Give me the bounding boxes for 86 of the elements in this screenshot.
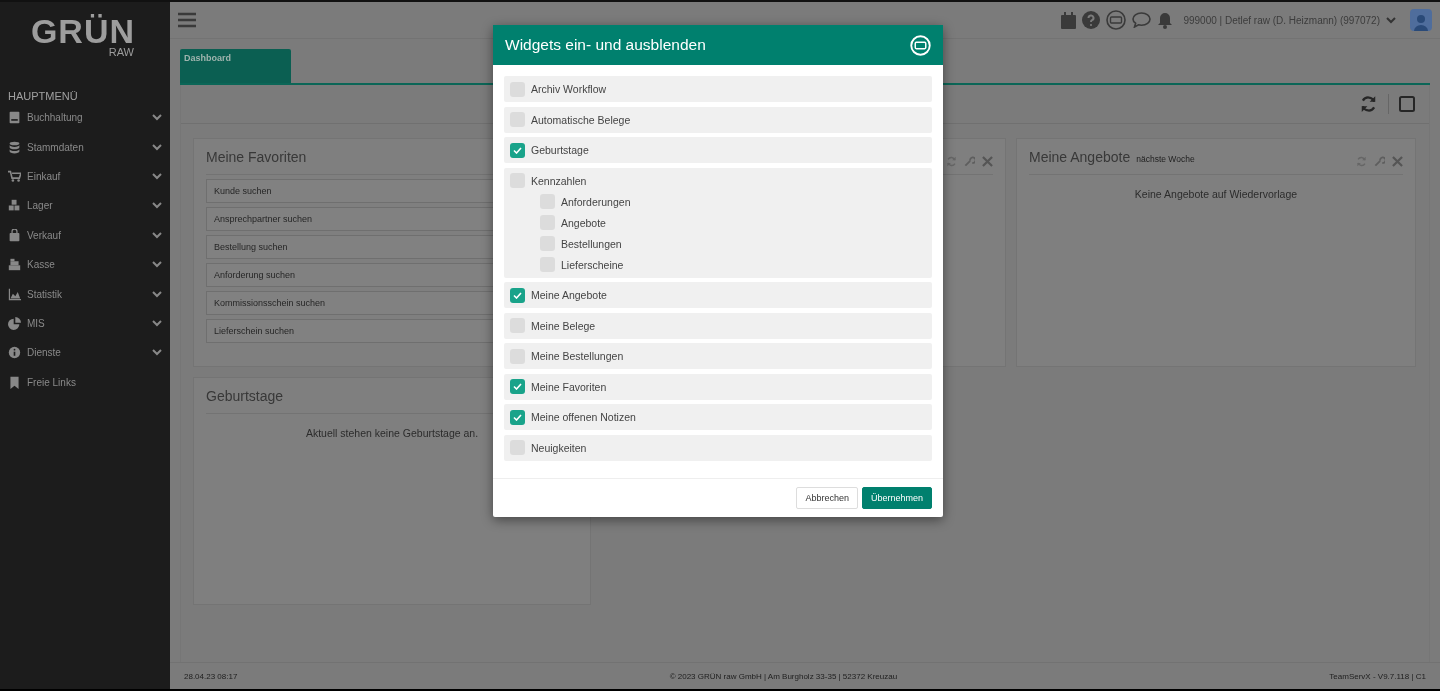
chevron-down-icon xyxy=(152,114,162,122)
sidebar-item[interactable]: Verkauf xyxy=(0,220,170,250)
widget-option-row[interactable]: Automatische Belege xyxy=(504,106,932,133)
cart-icon xyxy=(8,169,21,183)
apply-button[interactable]: Übernehmen xyxy=(861,486,932,509)
checkmark-icon xyxy=(513,383,522,390)
version-text: TeamServX - V9.7.118 | C1 xyxy=(1329,671,1426,681)
copyright-text: © 2023 GRÜN raw GmbH | Am Burgholz 33-35 | 52372 Kreuzau xyxy=(669,671,898,681)
cubes-icon xyxy=(8,199,21,213)
area-chart-icon xyxy=(8,287,21,301)
checkbox[interactable] xyxy=(510,379,525,394)
modal-title: Widgets ein- und ausblenden xyxy=(505,36,707,54)
user-name[interactable]: 999000 | Detlef raw (D. Heizmann) (997072) xyxy=(1183,14,1380,26)
empty-message: Aktuell stehen keine Geburtstage an. xyxy=(304,427,480,439)
checkmark-icon xyxy=(513,413,522,421)
widget-option-row[interactable]: Archiv Workflow xyxy=(504,76,932,102)
widget-option-label: Archiv Workflow xyxy=(531,83,607,95)
info-icon xyxy=(8,346,21,360)
timestamp: 28.04.23 08:17 xyxy=(184,671,238,681)
checkbox[interactable] xyxy=(510,287,525,303)
cancel-button[interactable]: Abbrechen xyxy=(796,486,858,509)
square-icon[interactable] xyxy=(1399,96,1415,112)
chevron-down-icon xyxy=(152,143,162,151)
sidebar-item[interactable]: Stammdaten xyxy=(0,132,170,162)
widget-subtitle: nächste Woche xyxy=(1136,154,1195,164)
sidebar-item[interactable]: Statistik xyxy=(0,279,170,309)
database-icon xyxy=(8,140,21,154)
widget-title: Geburtstage xyxy=(206,388,284,404)
widget-option-row[interactable]: Neuigkeiten xyxy=(504,434,932,461)
dashboard-tab[interactable]: Dashboard xyxy=(180,49,291,83)
avatar-icon[interactable] xyxy=(1410,9,1432,31)
menu-icon[interactable] xyxy=(178,12,196,28)
checkbox[interactable] xyxy=(510,409,525,425)
checkbox[interactable] xyxy=(510,142,525,158)
widget-option-row[interactable]: Meine offenen Notizen xyxy=(504,404,932,430)
book-icon xyxy=(8,111,21,125)
close-icon[interactable] xyxy=(1392,156,1403,167)
wrench-icon[interactable] xyxy=(964,156,975,167)
logo-text: GRÜN xyxy=(30,14,135,48)
widget-option-label: Geburtstage xyxy=(531,144,589,156)
widget-option-label: Meine Bestellungen xyxy=(531,350,624,362)
refresh-icon[interactable] xyxy=(1359,95,1378,113)
widget-option-row[interactable]: Geburtstage xyxy=(504,137,932,163)
widget-title: Meine Favoriten xyxy=(206,149,307,165)
widget-option-label: Automatische Belege xyxy=(531,113,631,126)
widget-option-row[interactable]: Meine Belege xyxy=(504,312,932,339)
chevron-down-icon xyxy=(152,261,162,269)
cash-register-icon xyxy=(8,258,21,272)
bell-icon[interactable] xyxy=(1157,11,1174,29)
chevron-down-icon xyxy=(1386,16,1396,24)
calendar-icon[interactable] xyxy=(1061,11,1077,29)
chevron-down-icon xyxy=(152,231,162,239)
logo-subtitle: RAW xyxy=(108,46,134,58)
widget-option-row[interactable]: Meine Favoriten xyxy=(504,373,932,400)
shopping-bag-icon xyxy=(8,228,21,242)
sidebar-item[interactable]: Lager xyxy=(0,191,170,221)
help-icon[interactable] xyxy=(1082,11,1101,29)
sidebar-item[interactable]: Einkauf xyxy=(0,161,170,192)
keyboard-icon[interactable] xyxy=(1106,10,1127,30)
widget-option-label: Meine Favoriten xyxy=(531,380,607,393)
chevron-down-icon xyxy=(152,349,162,357)
widget-option-row[interactable]: Meine Bestellungen xyxy=(504,343,932,369)
checkmark-icon xyxy=(513,146,522,154)
widget-option-label: Neuigkeiten xyxy=(531,441,587,454)
widget-title: Meine Angebote xyxy=(1029,149,1131,165)
chevron-down-icon xyxy=(152,172,162,180)
refresh-icon[interactable] xyxy=(946,156,957,167)
sidebar-item[interactable]: Kasse xyxy=(0,249,170,280)
chevron-down-icon xyxy=(152,319,162,327)
sidebar-item[interactable]: Buchhaltung xyxy=(0,103,170,133)
chevron-down-icon xyxy=(152,202,162,210)
bookmark-icon xyxy=(8,375,21,389)
sidebar-item[interactable]: Freie Links xyxy=(0,367,170,397)
empty-message: Keine Angebote auf Wiedervorlage xyxy=(1133,188,1299,200)
checkmark-icon xyxy=(513,291,522,299)
chat-bubble-icon[interactable] xyxy=(1132,12,1152,28)
widget-option-row[interactable]: Meine Angebote xyxy=(504,282,932,308)
pie-chart-icon xyxy=(8,316,21,330)
widget-option-row[interactable]: Kennzahlen Anforderungen Angebote Bestellungen Lieferscheine xyxy=(504,167,932,278)
sidebar-item[interactable]: MIS xyxy=(0,308,170,339)
close-icon[interactable] xyxy=(982,156,993,167)
wrench-icon[interactable] xyxy=(1374,156,1385,167)
menu-heading: HAUPTMENÜ xyxy=(8,89,79,103)
widget-option-label: Meine offenen Notizen xyxy=(531,411,636,423)
sidebar-item[interactable]: Dienste xyxy=(0,338,170,368)
chevron-down-icon xyxy=(152,290,162,298)
